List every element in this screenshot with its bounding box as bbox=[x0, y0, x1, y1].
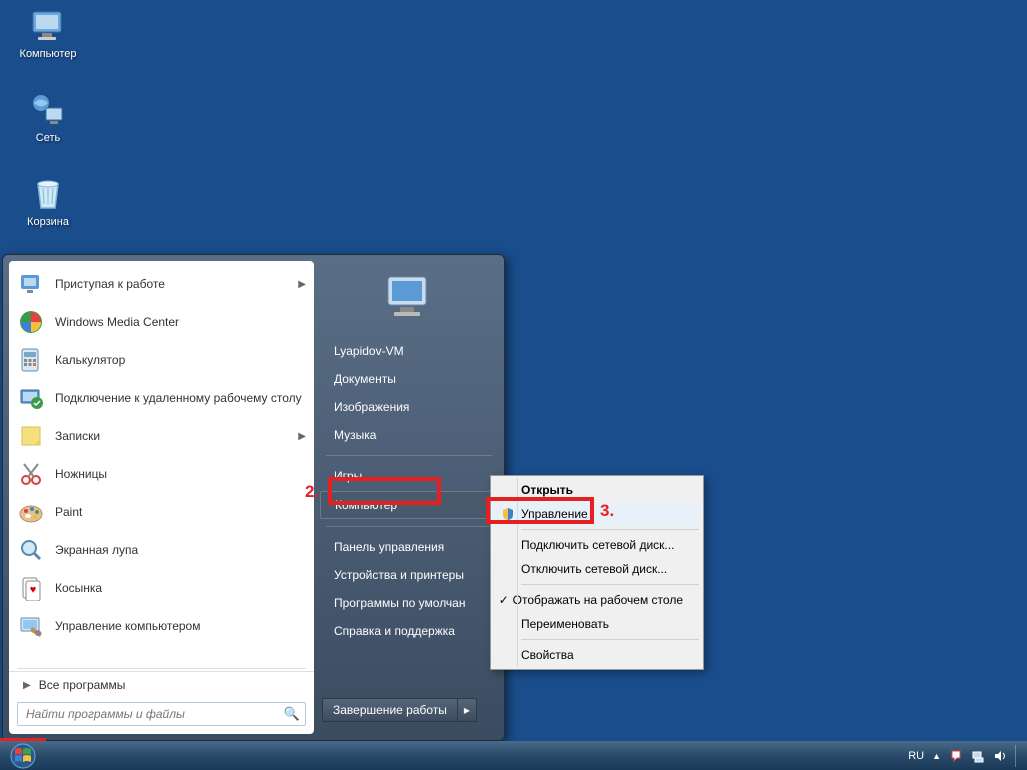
ctx-open[interactable]: Открыть bbox=[493, 478, 701, 502]
media-center-icon bbox=[17, 308, 45, 336]
program-label: Калькулятор bbox=[55, 353, 306, 367]
separator bbox=[521, 529, 699, 530]
shutdown-button[interactable]: Завершение работы bbox=[322, 698, 458, 722]
right-link-pictures[interactable]: Изображения bbox=[320, 394, 498, 420]
tray-language[interactable]: RU bbox=[908, 750, 924, 762]
program-label: Ножницы bbox=[55, 467, 306, 481]
windows-logo-icon bbox=[10, 743, 36, 769]
tray-network-icon[interactable] bbox=[971, 749, 985, 763]
all-programs-button[interactable]: ▶ Все программы bbox=[9, 671, 314, 698]
tray-action-center-icon[interactable] bbox=[949, 749, 963, 763]
separator bbox=[17, 668, 306, 669]
recycle-bin-icon bbox=[28, 174, 68, 214]
program-label: Windows Media Center bbox=[55, 315, 306, 329]
desktop-icon-recycle[interactable]: Корзина bbox=[10, 174, 86, 228]
search-icon[interactable]: 🔍 bbox=[284, 706, 300, 722]
getting-started-icon bbox=[17, 270, 45, 298]
program-magnifier[interactable]: Экранная лупа bbox=[9, 531, 314, 569]
network-icon bbox=[28, 90, 68, 130]
ctx-disconnect-drive[interactable]: Отключить сетевой диск... bbox=[493, 557, 701, 581]
shutdown-group: Завершение работы ▸ bbox=[322, 698, 496, 722]
ctx-map-drive[interactable]: Подключить сетевой диск... bbox=[493, 533, 701, 557]
separator bbox=[326, 526, 492, 527]
right-link-music[interactable]: Музыка bbox=[320, 422, 498, 448]
right-link-devices[interactable]: Устройства и принтеры bbox=[320, 562, 498, 588]
tray-volume-icon[interactable] bbox=[993, 749, 1007, 763]
magnifier-icon bbox=[17, 536, 45, 564]
start-button[interactable] bbox=[2, 741, 44, 770]
context-menu: Открыть Управление Подключить сетевой ди… bbox=[490, 475, 704, 670]
remote-desktop-icon bbox=[17, 384, 45, 412]
ctx-show-desktop[interactable]: ✓Отображать на рабочем столе bbox=[493, 588, 701, 612]
desktop-icon-label: Компьютер bbox=[10, 48, 86, 60]
scissors-icon bbox=[17, 460, 45, 488]
desktop-icon-computer[interactable]: Компьютер bbox=[10, 6, 86, 60]
right-link-games[interactable]: Игры bbox=[320, 463, 498, 489]
right-link-user[interactable]: Lyapidov-VM bbox=[320, 338, 498, 364]
ctx-properties[interactable]: Свойства bbox=[493, 643, 701, 667]
paint-icon bbox=[17, 498, 45, 526]
annotation-number-3: 3. bbox=[600, 501, 614, 521]
start-menu-programs-list: Приступая к работе ▶ Windows Media Cente… bbox=[9, 261, 314, 666]
program-label: Подключение к удаленному рабочему столу bbox=[55, 391, 306, 405]
svg-text:♥: ♥ bbox=[30, 584, 37, 596]
all-programs-label: Все программы bbox=[39, 678, 126, 692]
right-link-help[interactable]: Справка и поддержка bbox=[320, 618, 498, 644]
right-link-computer[interactable]: Компьютер bbox=[320, 491, 498, 519]
program-label: Управление компьютером bbox=[55, 619, 306, 633]
right-link-default-programs[interactable]: Программы по умолчан bbox=[320, 590, 498, 616]
calculator-icon bbox=[17, 346, 45, 374]
program-solitaire[interactable]: ♠♥ Косынка bbox=[9, 569, 314, 607]
search-input[interactable] bbox=[17, 702, 306, 726]
shutdown-dropdown-button[interactable]: ▸ bbox=[458, 698, 477, 722]
solitaire-icon: ♠♥ bbox=[17, 574, 45, 602]
taskbar: RU ▲ bbox=[0, 741, 1027, 770]
show-desktop-button[interactable] bbox=[1015, 745, 1021, 767]
program-label: Экранная лупа bbox=[55, 543, 306, 557]
context-menu-icon-bar bbox=[517, 478, 518, 667]
program-computer-mgmt[interactable]: Управление компьютером bbox=[9, 607, 314, 645]
computer-icon bbox=[28, 6, 68, 46]
start-menu: Приступая к работе ▶ Windows Media Cente… bbox=[2, 254, 505, 741]
program-label: Косынка bbox=[55, 581, 306, 595]
program-getting-started[interactable]: Приступая к работе ▶ bbox=[9, 265, 314, 303]
chevron-right-icon: ▸ bbox=[464, 703, 470, 717]
program-remote-desktop[interactable]: Подключение к удаленному рабочему столу bbox=[9, 379, 314, 417]
program-paint[interactable]: Paint bbox=[9, 493, 314, 531]
program-media-center[interactable]: Windows Media Center bbox=[9, 303, 314, 341]
separator bbox=[326, 455, 492, 456]
submenu-arrow-icon: ▶ bbox=[298, 431, 306, 442]
ctx-manage[interactable]: Управление bbox=[493, 502, 701, 526]
start-menu-right-pane: Lyapidov-VM Документы Изображения Музыка… bbox=[314, 255, 504, 740]
program-label: Записки bbox=[55, 429, 298, 443]
right-link-control-panel[interactable]: Панель управления bbox=[320, 534, 498, 560]
search-box: 🔍 bbox=[17, 702, 306, 726]
program-label: Приступая к работе bbox=[55, 277, 298, 291]
desktop-icon-label: Корзина bbox=[10, 216, 86, 228]
right-link-documents[interactable]: Документы bbox=[320, 366, 498, 392]
ctx-rename[interactable]: Переименовать bbox=[493, 612, 701, 636]
computer-mgmt-icon bbox=[17, 612, 45, 640]
checkmark-icon: ✓ bbox=[497, 592, 511, 608]
tray-show-hidden-icon[interactable]: ▲ bbox=[932, 751, 941, 761]
shield-icon bbox=[497, 506, 519, 522]
submenu-arrow-icon: ▶ bbox=[298, 279, 306, 290]
program-snipping[interactable]: Ножницы bbox=[9, 455, 314, 493]
program-calculator[interactable]: Калькулятор bbox=[9, 341, 314, 379]
start-menu-left-pane: Приступая к работе ▶ Windows Media Cente… bbox=[9, 261, 314, 734]
desktop-icon-label: Сеть bbox=[10, 132, 86, 144]
user-avatar-icon[interactable] bbox=[380, 267, 438, 325]
program-sticky-notes[interactable]: Записки ▶ bbox=[9, 417, 314, 455]
sticky-notes-icon bbox=[17, 422, 45, 450]
desktop-icon-network[interactable]: Сеть bbox=[10, 90, 86, 144]
annotation-number-2: 2. bbox=[305, 482, 319, 502]
separator bbox=[521, 584, 699, 585]
chevron-right-icon: ▶ bbox=[23, 680, 31, 691]
program-label: Paint bbox=[55, 505, 306, 519]
system-tray: RU ▲ bbox=[908, 745, 1027, 767]
separator bbox=[521, 639, 699, 640]
